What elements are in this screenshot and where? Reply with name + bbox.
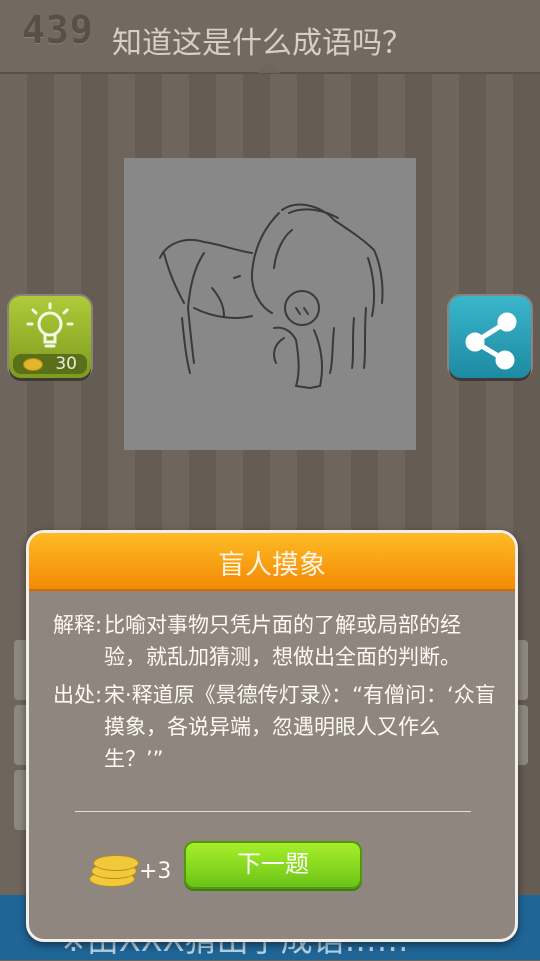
header-pointer: [258, 62, 280, 73]
answer-dialog: 盲人摸象 解释: 比喻对事物只凭片面的了解或局部的经验，就乱加猜测，想做出全面的…: [26, 530, 518, 942]
level-number: 439: [22, 8, 94, 52]
source-label: 出处:: [53, 683, 103, 707]
coin-stack-icon-3: [93, 855, 139, 871]
hint-button[interactable]: 30: [9, 296, 91, 378]
puzzle-image: [124, 158, 416, 450]
next-question-button[interactable]: 下一题: [184, 841, 362, 889]
share-button[interactable]: [449, 296, 531, 378]
source-row: 出处: 宋·释道原《景德传灯录》：“有僧问：‘众盲摸象，各说异端，忽遇明眼人又作…: [53, 679, 497, 775]
hint-cost-value: 30: [55, 354, 77, 374]
dialog-divider: [75, 811, 471, 812]
coin-icon: [23, 358, 43, 371]
explanation-label: 解释:: [53, 613, 103, 637]
explanation-row: 解释: 比喻对事物只凭片面的了解或局部的经验，就乱加猜测，想做出全面的判断。: [53, 609, 497, 673]
reward-amount: +3: [139, 859, 172, 884]
dialog-title-bar: 盲人摸象: [29, 533, 515, 591]
explanation-text: 比喻对事物只凭片面的了解或局部的经验，就乱加猜测，想做出全面的判断。: [104, 613, 461, 669]
elephant-blind-man-drawing: [159, 203, 384, 389]
question-text: 知道这是什么成语吗？: [112, 26, 412, 61]
idiom-answer: 盲人摸象: [218, 550, 326, 581]
source-text: 宋·释道原《景德传灯录》：“有僧问：‘众盲摸象，各说异端，忽遇明眼人又作么生？’…: [104, 683, 496, 771]
header-bar: 439 知道这是什么成语吗？: [0, 0, 540, 74]
hint-cost: 30: [13, 354, 87, 374]
coin-reward: +3: [89, 851, 172, 891]
share-icon: [465, 312, 517, 370]
